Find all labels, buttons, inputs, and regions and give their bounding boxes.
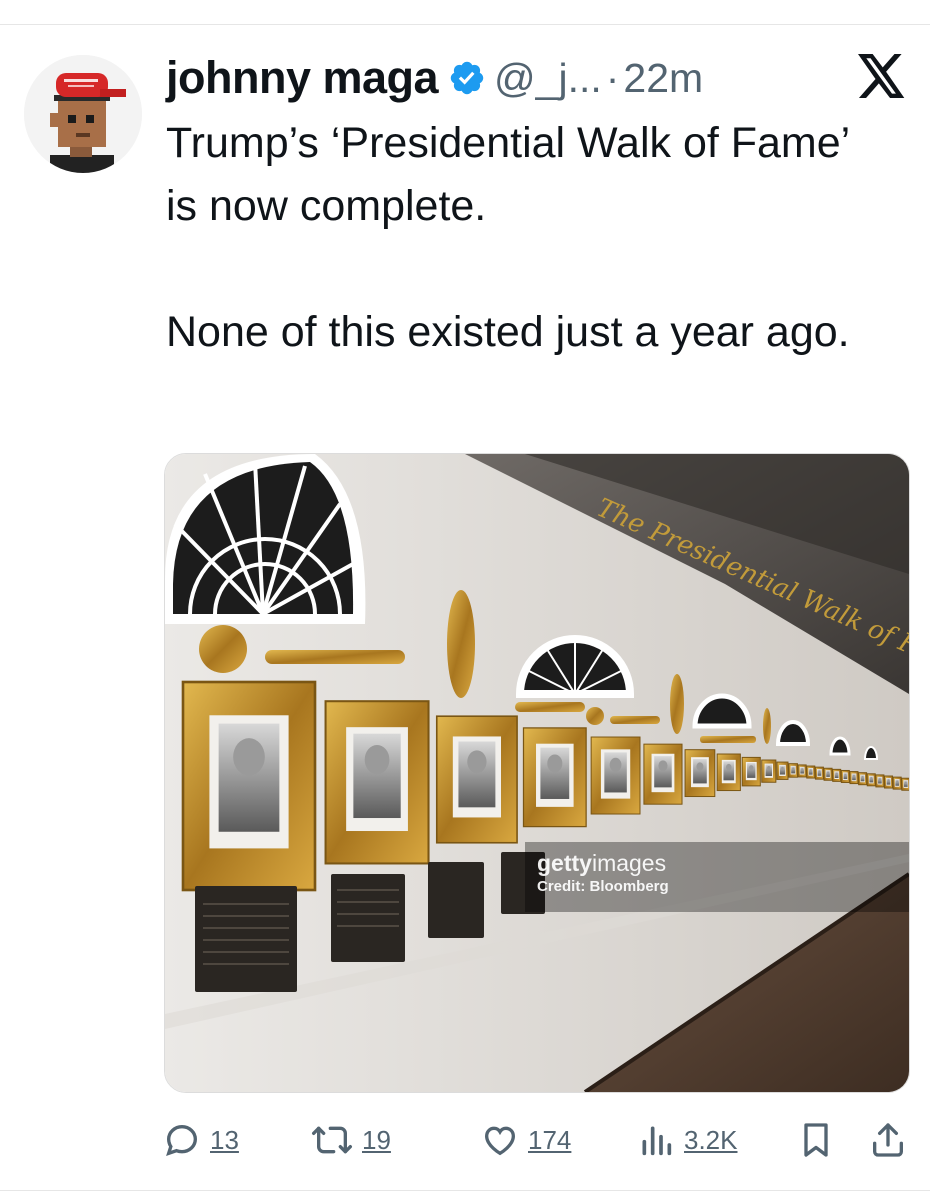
portrait-face <box>853 774 855 777</box>
portrait-face <box>547 754 563 773</box>
top-divider <box>0 24 930 25</box>
portrait-face <box>896 780 899 783</box>
portrait-face <box>835 772 838 775</box>
action-bar: 13 19 174 3.2K <box>162 1118 912 1162</box>
portrait-face <box>749 765 754 771</box>
views-count: 3.2K <box>684 1124 738 1155</box>
portrait-face <box>364 745 390 775</box>
portrait-face <box>658 760 668 772</box>
portrait-face <box>870 777 873 780</box>
portrait-face <box>801 768 804 771</box>
post-image[interactable]: The Presidential Walk of Fame gettyimage… <box>164 453 910 1093</box>
bottom-divider <box>0 1190 930 1191</box>
plaque <box>428 862 484 938</box>
like-count: 174 <box>528 1124 572 1155</box>
colonnade-photo: The Presidential Walk of Fame <box>165 454 909 1092</box>
repost-button[interactable]: 19 <box>310 1118 391 1162</box>
separator-dot: · <box>605 54 620 101</box>
plaque <box>195 886 297 992</box>
post-text: Trump’s ‘Presidential Walk of Fame’ is n… <box>166 119 850 356</box>
portrait-face <box>809 769 812 772</box>
portrait-face <box>844 773 847 776</box>
reply-icon <box>162 1120 202 1160</box>
bookmark-button[interactable] <box>796 1118 836 1162</box>
like-button[interactable]: 174 <box>480 1118 571 1162</box>
bookmark-icon <box>796 1120 836 1160</box>
timestamp[interactable]: 22m <box>623 55 703 102</box>
watermark-brand-bold: getty <box>537 850 592 876</box>
repost-count: 19 <box>362 1124 391 1155</box>
portrait-face <box>467 750 487 774</box>
verified-badge-icon <box>448 59 486 97</box>
portrait-face <box>878 778 881 781</box>
views-button[interactable]: 3.2K <box>636 1118 738 1162</box>
watermark-credit: Credit: Bloomberg <box>537 878 669 895</box>
portrait-face <box>725 763 732 771</box>
portrait-face <box>887 779 890 782</box>
portrait-face <box>792 767 795 770</box>
display-name[interactable]: johnny maga <box>166 52 439 104</box>
handle[interactable]: @_j... <box>494 55 602 102</box>
reply-count: 13 <box>210 1124 239 1155</box>
watermark-brand-light: images <box>591 850 667 876</box>
getty-watermark: gettyimages Credit: Bloomberg <box>537 850 669 895</box>
avatar-pixel-art <box>24 55 142 173</box>
portrait-face <box>609 757 622 772</box>
repost-icon <box>310 1120 354 1160</box>
x-logo-icon <box>858 54 906 98</box>
portrait-face <box>861 775 864 779</box>
share-button[interactable] <box>868 1118 908 1162</box>
share-icon <box>868 1120 908 1160</box>
avatar[interactable] <box>24 55 142 173</box>
portrait-face <box>233 738 265 776</box>
post-header: johnny maga @_j... · 22m <box>166 50 703 106</box>
heart-icon <box>480 1120 520 1160</box>
portrait-face <box>827 771 830 774</box>
plaque <box>331 874 405 962</box>
portrait-face <box>767 766 771 771</box>
reply-button[interactable]: 13 <box>162 1118 239 1162</box>
views-icon <box>636 1120 676 1160</box>
portrait-face <box>904 781 907 784</box>
portrait-face <box>781 766 784 770</box>
portrait-face <box>818 770 821 773</box>
portrait-face <box>696 762 704 771</box>
